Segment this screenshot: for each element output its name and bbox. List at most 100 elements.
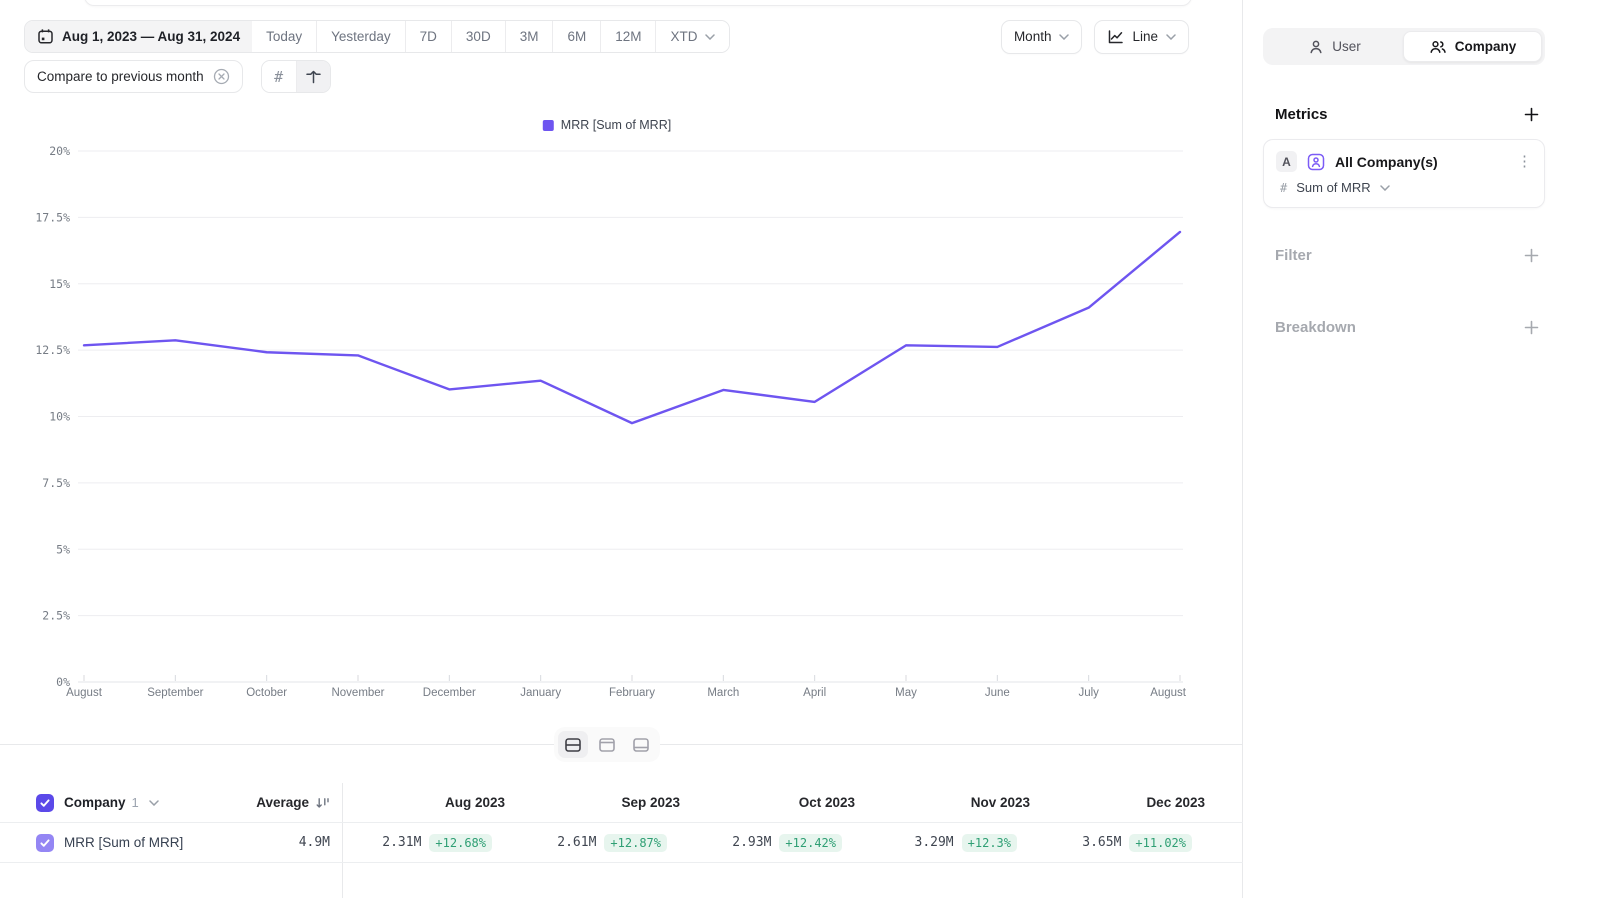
split-view-icon	[564, 737, 582, 753]
compare-chip[interactable]: Compare to previous month	[24, 60, 243, 93]
toggle-user[interactable]: User	[1266, 31, 1403, 62]
svg-text:March: March	[707, 687, 739, 699]
chevron-down-icon	[705, 34, 715, 40]
entity-toggle: User Company	[1263, 28, 1545, 65]
company-icon	[1429, 39, 1447, 55]
gridlines-toggle-button[interactable]: #	[262, 61, 296, 92]
preset-6m-button[interactable]: 6M	[552, 21, 600, 52]
column-header-aug-2023[interactable]: Aug 2023	[330, 795, 505, 810]
company-header-label[interactable]: Company	[64, 795, 126, 810]
breakdown-title: Breakdown	[1275, 319, 1356, 336]
metric-menu-button[interactable]: ⋮	[1517, 154, 1532, 169]
preset-30d-button[interactable]: 30D	[451, 21, 505, 52]
column-header-nov-2023[interactable]: Nov 2023	[855, 795, 1030, 810]
aggregation-select[interactable]: Sum of MRR	[1296, 180, 1370, 195]
company-badge-icon	[1306, 152, 1326, 172]
svg-text:August: August	[1150, 687, 1187, 699]
svg-text:15%: 15%	[49, 277, 70, 291]
table-only-view-button[interactable]	[626, 731, 656, 758]
granularity-select[interactable]: Month	[1001, 20, 1083, 54]
svg-text:August: August	[66, 687, 103, 699]
chart-only-view-icon	[598, 737, 616, 753]
column-header-sep-2023[interactable]: Sep 2023	[505, 795, 680, 810]
date-range-control: Aug 1, 2023 — Aug 31, 2024 TodayYesterda…	[24, 20, 730, 53]
cell-value: 2.61M	[557, 835, 596, 850]
metric-card[interactable]: A All Company(s) ⋮ # Sum of MRR	[1263, 139, 1545, 208]
toggle-company-label: Company	[1455, 39, 1517, 54]
chart-only-view-button[interactable]	[592, 731, 622, 758]
table-cell: 2.61M +12.87%	[505, 834, 680, 852]
svg-text:July: July	[1078, 687, 1099, 699]
xtd-label: XTD	[670, 29, 697, 44]
delta-badge: +11.02%	[1129, 834, 1192, 852]
table-cell: 3.65M+11.02%	[1030, 834, 1205, 852]
date-range-button[interactable]: Aug 1, 2023 — Aug 31, 2024	[25, 21, 252, 52]
delta-badge: +12.87%	[604, 834, 667, 852]
remove-compare-icon[interactable]	[213, 68, 230, 85]
config-sidebar: User Company Metrics A	[1244, 0, 1600, 898]
add-metric-button[interactable]	[1520, 103, 1543, 126]
cutoff-panel-edge	[84, 0, 1192, 6]
svg-text:20%: 20%	[49, 144, 70, 158]
breakdown-section-header: Breakdown	[1263, 316, 1545, 339]
svg-text:May: May	[895, 687, 917, 699]
preset-7d-button[interactable]: 7D	[405, 21, 451, 52]
chevron-down-icon[interactable]	[149, 800, 159, 806]
select-all-checkbox[interactable]	[36, 794, 54, 812]
svg-text:10%: 10%	[49, 410, 70, 424]
calendar-icon	[37, 28, 54, 45]
chart-type-select[interactable]: Line	[1094, 20, 1189, 54]
chart-type-label: Line	[1132, 29, 1158, 44]
results-table: Company 1 Average Aug 2023Sep 20	[0, 783, 1243, 898]
svg-text:5%: 5%	[56, 542, 70, 556]
cell-value: 2.93M	[732, 835, 771, 850]
average-header-label[interactable]: Average	[256, 795, 309, 810]
sort-icon[interactable]	[315, 796, 330, 810]
preset-3m-button[interactable]: 3M	[505, 21, 553, 52]
filter-section-header: Filter	[1263, 244, 1545, 267]
chevron-down-icon	[1166, 34, 1176, 40]
goal-line-toggle-button[interactable]	[296, 61, 330, 92]
preset-12m-button[interactable]: 12M	[600, 21, 655, 52]
column-header-oct-2023[interactable]: Oct 2023	[680, 795, 855, 810]
toggle-company[interactable]: Company	[1403, 31, 1542, 62]
company-count: 1	[132, 795, 139, 810]
column-header-dec-2023[interactable]: Dec 2023	[1030, 795, 1205, 810]
svg-text:2.5%: 2.5%	[42, 609, 70, 623]
number-type-icon: #	[1280, 181, 1287, 195]
table-row: MRR [Sum of MRR] 4.9M 2.31M+12.68%2.61M+…	[0, 823, 1243, 863]
metric-series-badge: A	[1276, 151, 1297, 172]
add-breakdown-button[interactable]	[1520, 316, 1543, 339]
svg-text:November: November	[331, 687, 384, 699]
toggle-user-label: User	[1332, 39, 1361, 54]
svg-text:12.5%: 12.5%	[35, 343, 70, 357]
preset-today-button[interactable]: Today	[252, 21, 316, 52]
main-panel: Aug 1, 2023 — Aug 31, 2024 TodayYesterda…	[0, 0, 1243, 898]
view-switcher	[554, 727, 660, 762]
split-view-button[interactable]	[558, 731, 588, 758]
preset-xtd-button[interactable]: XTD	[655, 21, 729, 52]
svg-text:April: April	[803, 687, 826, 699]
granularity-label: Month	[1014, 29, 1052, 44]
svg-text:January: January	[520, 687, 561, 699]
svg-text:17.5%: 17.5%	[35, 210, 70, 224]
table-only-view-icon	[632, 737, 650, 753]
chevron-down-icon[interactable]	[1380, 185, 1390, 191]
toolbar: Aug 1, 2023 — Aug 31, 2024 TodayYesterda…	[24, 20, 1189, 53]
add-filter-button[interactable]	[1520, 244, 1543, 267]
row-checkbox[interactable]	[36, 834, 54, 852]
compare-chip-label: Compare to previous month	[37, 69, 204, 84]
preset-yesterday-button[interactable]: Yesterday	[316, 21, 405, 52]
table-cell: 2.93M+12.42%	[680, 834, 855, 852]
svg-text:February: February	[609, 687, 655, 699]
table-header-row: Company 1 Average Aug 2023Sep 20	[0, 783, 1243, 823]
cell-value: 3.29M	[915, 835, 954, 850]
toolbar-secondary: Compare to previous month #	[24, 60, 331, 93]
hash-grid-icon: #	[274, 68, 283, 86]
table-cell: 3.29M +12.3%	[855, 834, 1030, 852]
chevron-down-icon	[1059, 34, 1069, 40]
svg-text:September: September	[147, 687, 203, 699]
chart-controls: Month Line	[1001, 20, 1189, 54]
average-value: 4.9M	[299, 835, 330, 850]
delta-badge: +12.3%	[962, 834, 1017, 852]
